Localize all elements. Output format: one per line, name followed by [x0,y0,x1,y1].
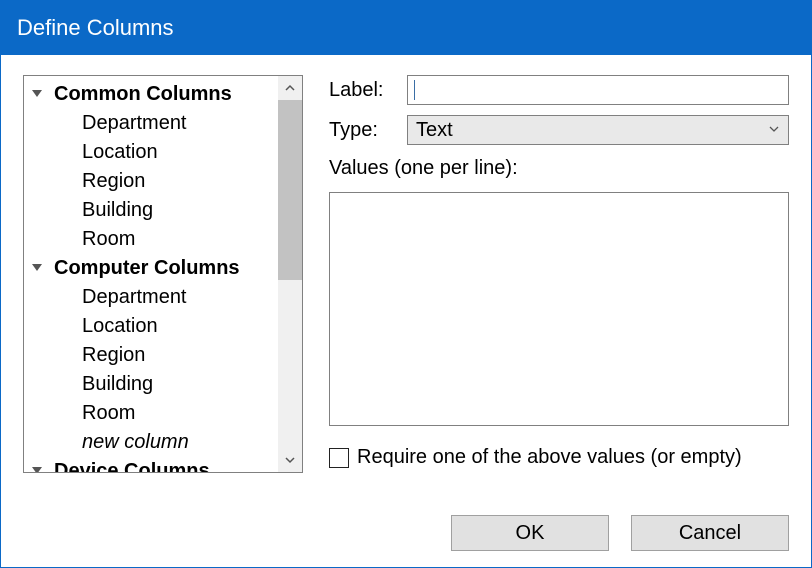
label-row: Label: [329,75,789,105]
tree-group-label: Common Columns [54,81,232,108]
scrollbar-thumb[interactable] [278,100,302,280]
require-checkbox[interactable] [329,448,349,468]
chevron-down-icon [768,123,780,138]
scrollbar-track[interactable] [278,76,302,472]
type-row: Type: Text [329,115,789,145]
tree-group-header[interactable]: Computer Columns [24,254,278,283]
tree-item[interactable]: Room [24,225,278,254]
label-input[interactable] [407,75,789,105]
tree-item[interactable]: Room [24,399,278,428]
values-textarea[interactable] [329,192,789,426]
ok-button[interactable]: OK [451,515,609,551]
dialog-body: Common ColumnsDepartmentLocationRegionBu… [1,55,811,567]
ok-button-label: OK [516,522,545,545]
type-field-label: Type: [329,119,399,142]
type-combo-value: Text [416,119,453,142]
tree-item[interactable]: Region [24,341,278,370]
tree-item[interactable]: Department [24,109,278,138]
label-field-label: Label: [329,79,399,102]
title-text: Define Columns [17,15,174,41]
tree-item[interactable]: new column [24,428,278,457]
require-label: Require one of the above values (or empt… [357,446,742,469]
tree-group-label: Device Columns [54,458,210,473]
button-row: OK Cancel [23,515,789,551]
caret-icon [414,80,415,100]
cancel-button-label: Cancel [679,522,741,545]
disclosure-triangle-icon[interactable] [30,463,48,474]
scroll-down-icon[interactable] [278,448,302,472]
scroll-up-icon[interactable] [278,76,302,100]
tree-item[interactable]: Location [24,138,278,167]
tree-item[interactable]: Location [24,312,278,341]
titlebar: Define Columns [1,1,811,55]
type-combo[interactable]: Text [407,115,789,145]
cancel-button[interactable]: Cancel [631,515,789,551]
values-label: Values (one per line): [329,157,789,180]
tree-item[interactable]: Building [24,370,278,399]
require-row[interactable]: Require one of the above values (or empt… [329,446,789,469]
tree-group-label: Computer Columns [54,255,240,282]
tree-group-header[interactable]: Device Columns [24,457,278,473]
tree-item[interactable]: Region [24,167,278,196]
tree-item[interactable]: Building [24,196,278,225]
tree-group-header[interactable]: Common Columns [24,80,278,109]
tree-item[interactable]: Department [24,283,278,312]
columns-tree[interactable]: Common ColumnsDepartmentLocationRegionBu… [23,75,303,473]
main-row: Common ColumnsDepartmentLocationRegionBu… [23,75,789,497]
define-columns-dialog: Define Columns Common ColumnsDepartmentL… [0,0,812,568]
disclosure-triangle-icon[interactable] [30,86,48,104]
disclosure-triangle-icon[interactable] [30,260,48,278]
form-column: Label: Type: Text Values (one [329,75,789,497]
